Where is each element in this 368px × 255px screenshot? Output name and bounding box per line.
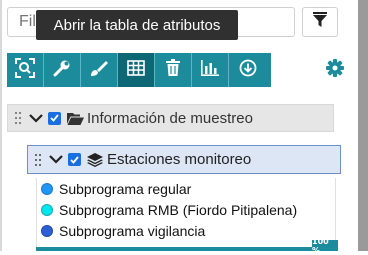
brush-icon xyxy=(89,59,109,82)
group-visibility-checkbox[interactable] xyxy=(48,111,61,125)
layer-group-row[interactable]: Información de muestreo xyxy=(7,104,334,132)
wrench-icon xyxy=(53,59,71,82)
gear-icon xyxy=(326,58,344,82)
legend-item: Subprograma vigilancia xyxy=(41,223,205,239)
legend-label: Subprograma RMB (Fiordo Pitipalena) xyxy=(59,202,298,218)
layer-visibility-checkbox[interactable] xyxy=(68,153,81,166)
layer-tools-button[interactable] xyxy=(44,53,81,87)
group-label: Información de muestreo xyxy=(87,109,253,127)
zoom-extent-icon xyxy=(15,57,35,83)
legend-label: Subprograma regular xyxy=(59,181,192,197)
progress-percent: 100 % xyxy=(312,237,338,255)
style-button[interactable] xyxy=(81,53,118,87)
download-icon xyxy=(239,59,257,82)
filter-button[interactable] xyxy=(302,7,338,37)
layers-icon xyxy=(86,152,104,167)
chevron-down-icon[interactable] xyxy=(48,155,64,164)
layer-progress-bar xyxy=(36,247,336,251)
legend-label: Subprograma vigilancia xyxy=(59,223,206,239)
layer-legend: Subprograma regular Subprograma RMB (Fio… xyxy=(36,178,336,248)
legend-item: Subprograma regular xyxy=(41,181,191,197)
trash-icon xyxy=(166,59,180,81)
legend-item: Subprograma RMB (Fiordo Pitipalena) xyxy=(41,202,297,218)
legend-symbol xyxy=(41,225,53,237)
filter-icon xyxy=(313,11,327,33)
progress-fill xyxy=(36,247,336,251)
drag-handle-icon[interactable] xyxy=(32,153,44,166)
attribute-table-button[interactable] xyxy=(118,53,155,87)
drag-handle-icon[interactable] xyxy=(12,112,24,124)
panel-scrollbar[interactable] xyxy=(358,0,368,251)
delete-layer-button[interactable] xyxy=(155,53,192,87)
legend-symbol xyxy=(41,204,53,216)
charts-button[interactable] xyxy=(192,53,229,87)
zoom-to-layer-button[interactable] xyxy=(7,53,44,87)
download-button[interactable] xyxy=(229,53,266,87)
chevron-down-icon[interactable] xyxy=(28,113,44,123)
table-icon xyxy=(127,59,145,81)
bar-chart-icon xyxy=(201,59,219,81)
folder-open-icon xyxy=(66,112,84,125)
layer-label: Estaciones monitoreo xyxy=(107,151,252,168)
layer-toolbar xyxy=(7,53,271,87)
tooltip: Abrir la tabla de atributos xyxy=(36,10,238,40)
layer-row[interactable]: Estaciones monitoreo xyxy=(27,145,341,174)
legend-symbol xyxy=(41,183,53,195)
left-panel-edge xyxy=(0,0,2,251)
settings-button[interactable] xyxy=(324,58,346,82)
